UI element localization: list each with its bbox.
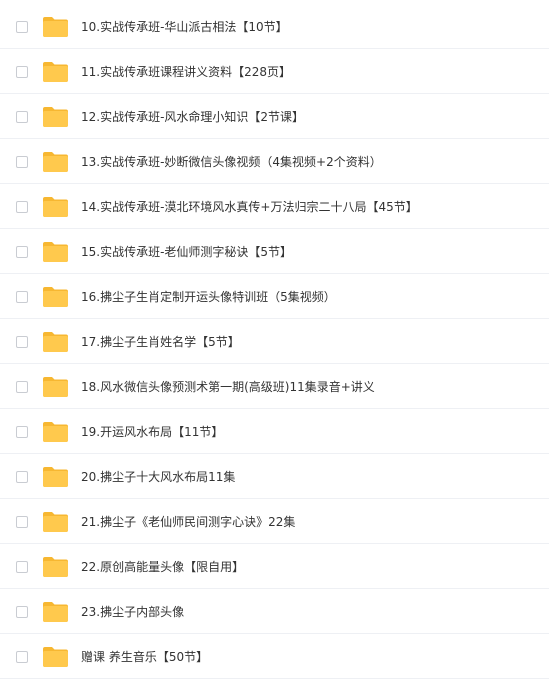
file-row[interactable]: 20.拂尘子十大风水布局11集 (0, 455, 549, 499)
folder-icon (42, 466, 69, 488)
folder-icon (42, 511, 69, 533)
file-name[interactable]: 10.实战传承班-华山派古相法【10节】 (81, 19, 288, 35)
file-row[interactable]: 23.拂尘子内部头像 (0, 590, 549, 634)
row-checkbox[interactable] (16, 200, 28, 213)
row-checkbox[interactable] (16, 65, 28, 78)
file-name[interactable]: 11.实战传承班课程讲义资料【228页】 (81, 64, 291, 80)
file-name[interactable]: 18.风水微信头像预测术第一期(高级班)11集录音+讲义 (81, 379, 375, 395)
folder-icon (42, 16, 69, 38)
folder-icon (42, 376, 69, 398)
folder-icon (42, 106, 69, 128)
row-checkbox[interactable] (16, 20, 28, 33)
file-row[interactable]: 16.拂尘子生肖定制开运头像特训班（5集视频） (0, 275, 549, 319)
row-checkbox[interactable] (16, 425, 28, 438)
file-name[interactable]: 23.拂尘子内部头像 (81, 604, 184, 620)
row-checkbox[interactable] (16, 515, 28, 528)
folder-icon (42, 241, 69, 263)
folder-icon (42, 196, 69, 218)
file-row[interactable]: 18.风水微信头像预测术第一期(高级班)11集录音+讲义 (0, 365, 549, 409)
file-row[interactable]: 17.拂尘子生肖姓名学【5节】 (0, 320, 549, 364)
file-row[interactable]: 11.实战传承班课程讲义资料【228页】 (0, 50, 549, 94)
file-name[interactable]: 16.拂尘子生肖定制开运头像特训班（5集视频） (81, 289, 336, 305)
row-checkbox[interactable] (16, 110, 28, 123)
row-checkbox[interactable] (16, 335, 28, 348)
file-name[interactable]: 赠课 养生音乐【50节】 (81, 649, 208, 665)
file-row[interactable]: 赠课 养生音乐【50节】 (0, 635, 549, 679)
file-name[interactable]: 22.原创高能量头像【限自用】 (81, 559, 244, 575)
folder-icon (42, 601, 69, 623)
row-checkbox[interactable] (16, 605, 28, 618)
file-list: 10.实战传承班-华山派古相法【10节】 11.实战传承班课程讲义资料【228页】… (0, 0, 549, 679)
folder-icon (42, 331, 69, 353)
row-checkbox[interactable] (16, 560, 28, 573)
row-checkbox[interactable] (16, 245, 28, 258)
folder-icon (42, 421, 69, 443)
file-row[interactable]: 10.实战传承班-华山派古相法【10节】 (0, 5, 549, 49)
file-name[interactable]: 12.实战传承班-风水命理小知识【2节课】 (81, 109, 304, 125)
row-checkbox[interactable] (16, 380, 28, 393)
file-name[interactable]: 15.实战传承班-老仙师测字秘诀【5节】 (81, 244, 292, 260)
file-name[interactable]: 21.拂尘子《老仙师民间测字心诀》22集 (81, 514, 295, 530)
folder-icon (42, 646, 69, 668)
row-checkbox[interactable] (16, 155, 28, 168)
folder-icon (42, 151, 69, 173)
row-checkbox[interactable] (16, 290, 28, 303)
folder-icon (42, 286, 69, 308)
file-name[interactable]: 14.实战传承班-漠北环境风水真传+万法归宗二十八局【45节】 (81, 199, 418, 215)
file-row[interactable]: 21.拂尘子《老仙师民间测字心诀》22集 (0, 500, 549, 544)
folder-icon (42, 556, 69, 578)
row-checkbox[interactable] (16, 470, 28, 483)
file-row[interactable]: 13.实战传承班-妙断微信头像视频（4集视频+2个资料） (0, 140, 549, 184)
file-name[interactable]: 17.拂尘子生肖姓名学【5节】 (81, 334, 240, 350)
file-name[interactable]: 13.实战传承班-妙断微信头像视频（4集视频+2个资料） (81, 154, 382, 170)
file-row[interactable]: 15.实战传承班-老仙师测字秘诀【5节】 (0, 230, 549, 274)
file-row[interactable]: 12.实战传承班-风水命理小知识【2节课】 (0, 95, 549, 139)
row-checkbox[interactable] (16, 650, 28, 663)
file-row[interactable]: 19.开运风水布局【11节】 (0, 410, 549, 454)
folder-icon (42, 61, 69, 83)
file-name[interactable]: 20.拂尘子十大风水布局11集 (81, 469, 235, 485)
file-row[interactable]: 22.原创高能量头像【限自用】 (0, 545, 549, 589)
file-name[interactable]: 19.开运风水布局【11节】 (81, 424, 223, 440)
file-row[interactable]: 14.实战传承班-漠北环境风水真传+万法归宗二十八局【45节】 (0, 185, 549, 229)
